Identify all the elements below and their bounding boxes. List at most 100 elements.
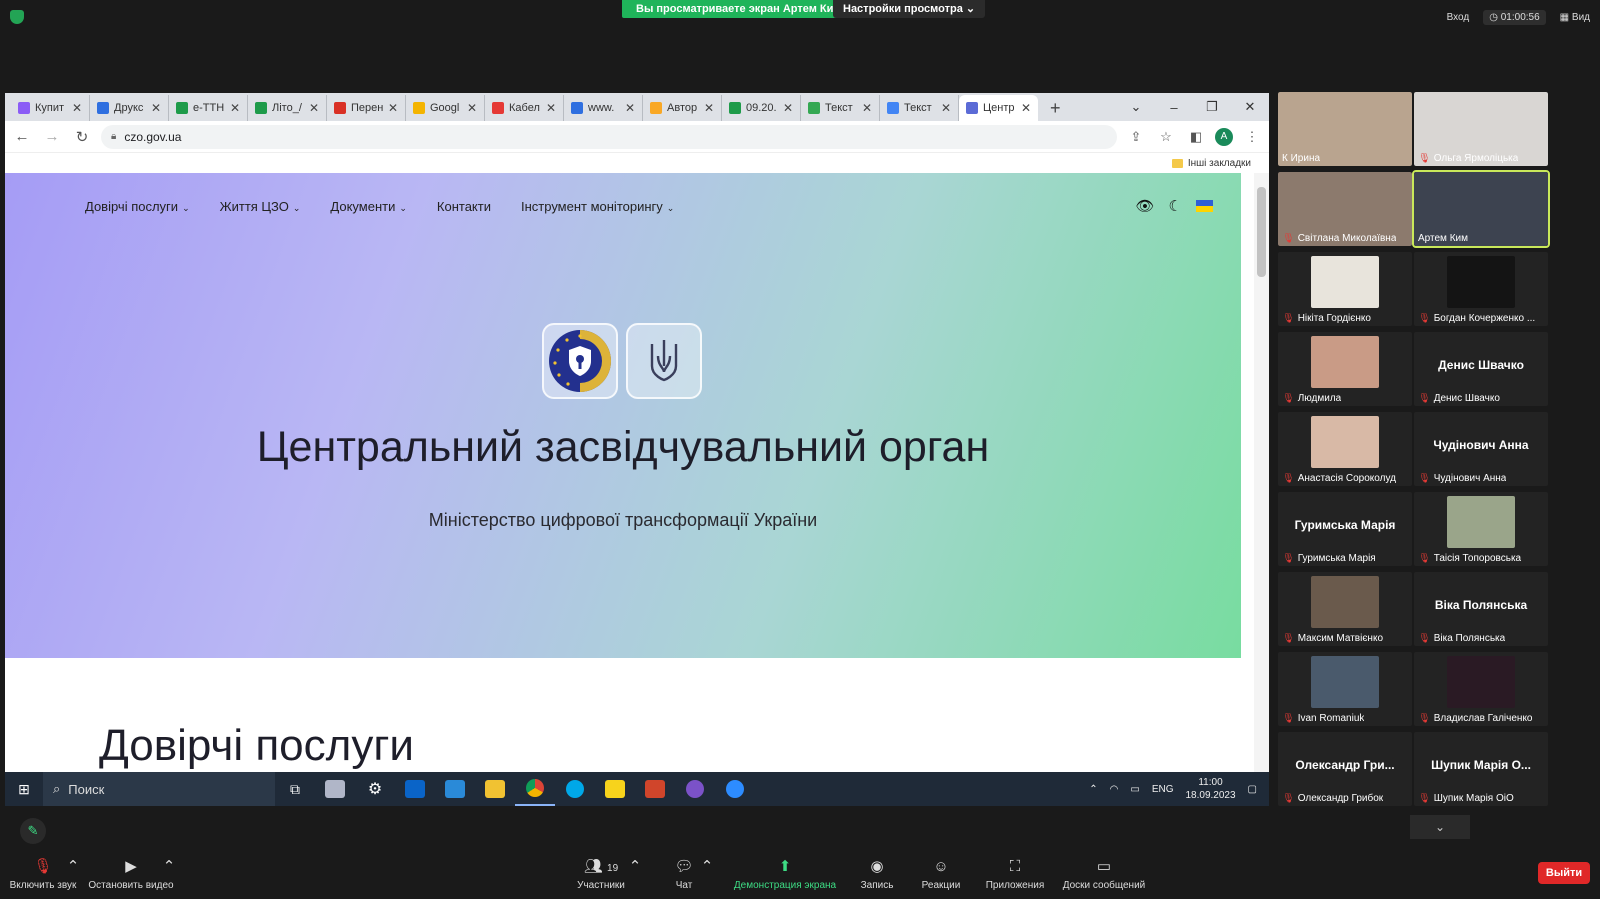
reload-button[interactable]: ↻ xyxy=(71,128,93,146)
gallery-scroll-down-button[interactable]: ⌄ xyxy=(1410,815,1470,839)
browser-tab[interactable]: 09.20. ✕ xyxy=(722,95,801,121)
new-tab-button[interactable]: + xyxy=(1038,95,1073,121)
browser-tab[interactable]: Кабел ✕ xyxy=(485,95,564,121)
tab-close-icon[interactable]: ✕ xyxy=(230,101,240,115)
restore-button[interactable]: ❐ xyxy=(1193,99,1231,115)
tab-close-icon[interactable]: ✕ xyxy=(72,101,82,115)
menu-kebab-icon[interactable]: ⋮ xyxy=(1241,129,1263,145)
battery-icon[interactable]: ▭ xyxy=(1130,784,1139,795)
browser-tab[interactable]: Googl ✕ xyxy=(406,95,485,121)
dark-mode-moon-icon[interactable]: ☾ xyxy=(1169,197,1182,215)
browser-tab[interactable]: Друкс ✕ xyxy=(90,95,169,121)
outlook-icon[interactable] xyxy=(395,772,435,806)
browser-tab[interactable]: Текст ✕ xyxy=(880,95,959,121)
browser-tab[interactable]: Автор ✕ xyxy=(643,95,722,121)
file-explorer-icon[interactable] xyxy=(475,772,515,806)
site-nav-item[interactable]: Інструмент моніторингу ⌄ xyxy=(521,199,674,214)
participant-tile[interactable]: Чудінович Анна 🎙︎ Чудінович Анна xyxy=(1414,412,1548,486)
taskbar-search[interactable]: ⌕ Поиск xyxy=(43,772,275,806)
other-bookmarks-link[interactable]: Інші закладки xyxy=(1188,158,1251,169)
participant-tile[interactable]: 🎙︎ Нікіта Гордієнко xyxy=(1278,252,1412,326)
participants-button[interactable]: 👥︎ 19 Участники xyxy=(568,858,634,891)
browser-tab[interactable]: Центр ✕ xyxy=(959,95,1038,121)
side-panel-icon[interactable]: ◧ xyxy=(1185,129,1207,145)
browser-tab[interactable]: Купит ✕ xyxy=(11,95,90,121)
participant-tile[interactable]: 🎙︎ Ольга Ярмоліцька xyxy=(1414,92,1548,166)
participant-tile[interactable]: К Ирина xyxy=(1278,92,1412,166)
view-button[interactable]: ▦ Вид xyxy=(1560,12,1590,23)
participant-tile[interactable]: Віка Полянська 🎙︎ Віка Полянська xyxy=(1414,572,1548,646)
taskbar-app-s[interactable] xyxy=(435,772,475,806)
participant-tile[interactable]: 🎙︎ Ivan Romaniuk xyxy=(1278,652,1412,726)
leave-meeting-button[interactable]: Выйти xyxy=(1538,862,1590,884)
chat-button[interactable]: 💬︎ Чат xyxy=(664,858,704,891)
participant-tile[interactable]: 🎙︎ Людмила xyxy=(1278,332,1412,406)
video-options-chevron[interactable]: ⌃ xyxy=(162,858,176,876)
taskbar-clock[interactable]: 11:00 18.09.2023 xyxy=(1185,776,1235,802)
chrome-icon[interactable] xyxy=(515,772,555,806)
participant-tile[interactable]: 🎙︎ Світлана Миколаївна xyxy=(1278,172,1412,246)
powerpoint-icon[interactable] xyxy=(635,772,675,806)
participant-tile[interactable]: Олександр Гри... 🎙︎ Олександр Грибок xyxy=(1278,732,1412,806)
whiteboards-button[interactable]: ▭ Доски сообщений xyxy=(1058,858,1150,891)
browser-tab[interactable]: Літо_/ ✕ xyxy=(248,95,327,121)
page-scrollbar[interactable] xyxy=(1254,173,1269,784)
tab-close-icon[interactable]: ✕ xyxy=(1021,101,1031,115)
participant-tile[interactable]: 🎙︎ Богдан Кочерженко ... xyxy=(1414,252,1548,326)
address-bar[interactable]: 🔒︎ czo.gov.ua xyxy=(101,124,1117,149)
windows-start-icon[interactable]: ⊞ xyxy=(5,781,43,798)
apps-button[interactable]: ⛶ Приложения xyxy=(978,858,1052,891)
participant-tile[interactable]: Гуримська Марія 🎙︎ Гуримська Марія xyxy=(1278,492,1412,566)
participant-tile[interactable]: 🎙︎ Владислав Галіченко xyxy=(1414,652,1548,726)
participant-tile[interactable]: 🎙︎ Таісія Топоровська xyxy=(1414,492,1548,566)
tab-close-icon[interactable]: ✕ xyxy=(388,101,398,115)
minimize-button[interactable]: – xyxy=(1155,100,1193,115)
scroll-thumb[interactable] xyxy=(1257,187,1266,277)
profile-avatar[interactable]: A xyxy=(1215,127,1233,146)
forward-button[interactable]: → xyxy=(41,128,63,145)
tab-close-icon[interactable]: ✕ xyxy=(783,101,793,115)
bookmark-star-icon[interactable]: ☆ xyxy=(1155,129,1177,145)
viber-icon[interactable] xyxy=(675,772,715,806)
browser-tab[interactable]: www. ✕ xyxy=(564,95,643,121)
encryption-shield-icon[interactable] xyxy=(10,10,24,24)
tab-close-icon[interactable]: ✕ xyxy=(546,101,556,115)
participant-tile[interactable]: 🎙︎ Максим Матвієнко xyxy=(1278,572,1412,646)
language-indicator[interactable]: ENG xyxy=(1152,784,1174,795)
back-button[interactable]: ← xyxy=(11,128,33,145)
tray-expand-icon[interactable]: ⌃ xyxy=(1089,784,1097,795)
annotate-pen-icon[interactable]: ✎ xyxy=(20,818,46,844)
tab-close-icon[interactable]: ✕ xyxy=(309,101,319,115)
view-settings-button[interactable]: Настройки просмотра ⌄ xyxy=(833,0,986,18)
ukraine-flag-icon[interactable] xyxy=(1196,200,1213,212)
task-view-icon[interactable]: ⧉ xyxy=(275,772,315,806)
browser-tab[interactable]: Перен ✕ xyxy=(327,95,406,121)
chat-options-chevron[interactable]: ⌃ xyxy=(700,858,714,876)
share-screen-button[interactable]: ⬆ Демонстрация экрана xyxy=(730,858,840,891)
participant-tile[interactable]: Денис Швачко 🎙︎ Денис Швачко xyxy=(1414,332,1548,406)
site-nav-item[interactable]: Довірчі послуги ⌄ xyxy=(85,199,190,214)
wifi-icon[interactable]: ◠ xyxy=(1110,784,1119,795)
signin-link[interactable]: Вход xyxy=(1447,12,1470,23)
tab-close-icon[interactable]: ✕ xyxy=(704,101,714,115)
site-nav-item[interactable]: Документи ⌄ xyxy=(330,199,406,214)
tab-close-icon[interactable]: ✕ xyxy=(467,101,477,115)
tab-close-icon[interactable]: ✕ xyxy=(625,101,635,115)
site-nav-item[interactable]: Контакти xyxy=(437,199,491,214)
participants-options-chevron[interactable]: ⌃ xyxy=(628,858,642,876)
close-window-button[interactable]: ✕ xyxy=(1231,99,1269,115)
reactions-button[interactable]: ☺ Реакции xyxy=(916,858,966,891)
skype-icon[interactable] xyxy=(555,772,595,806)
accessibility-eye-icon[interactable]: 👁︎ xyxy=(1136,197,1155,215)
tab-close-icon[interactable]: ✕ xyxy=(941,101,951,115)
audio-options-chevron[interactable]: ⌃ xyxy=(66,858,80,876)
settings-gear-icon[interactable]: ⚙ xyxy=(355,772,395,806)
share-icon[interactable]: ⇪ xyxy=(1125,129,1147,145)
notifications-icon[interactable]: ▢ xyxy=(1248,784,1257,795)
participant-tile[interactable]: Артем Ким xyxy=(1412,170,1550,248)
browser-tab[interactable]: Текст ✕ xyxy=(801,95,880,121)
tab-search-icon[interactable]: ⌄ xyxy=(1117,99,1155,115)
tab-close-icon[interactable]: ✕ xyxy=(151,101,161,115)
site-nav-item[interactable]: Життя ЦЗО ⌄ xyxy=(220,199,301,214)
taskbar-app-yellow[interactable] xyxy=(595,772,635,806)
